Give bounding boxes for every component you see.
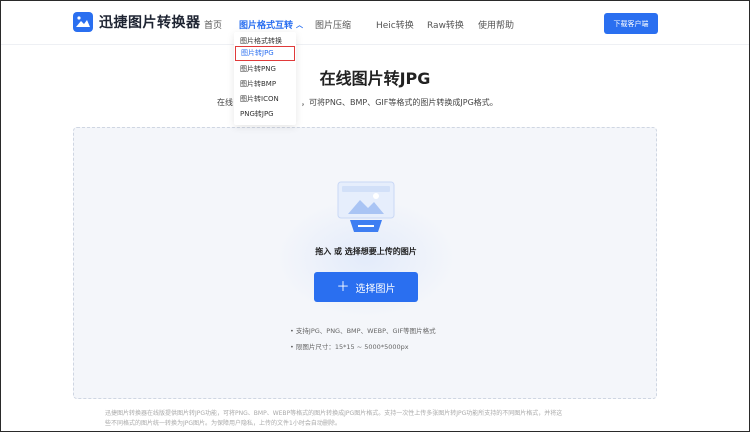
image-upload-icon: [336, 180, 396, 244]
nav-home[interactable]: 首页: [204, 18, 222, 31]
logo-image-icon: [73, 12, 93, 32]
nav-help[interactable]: 使用帮助: [478, 18, 514, 31]
nav-format-convert-label: 图片格式互转: [239, 21, 294, 31]
upload-hint: 拖入 或 选择想要上传的图片: [315, 247, 417, 256]
download-client-button[interactable]: 下载客户端: [604, 13, 658, 34]
dropdown-item-to-icon[interactable]: 图片转ICON: [234, 92, 296, 107]
format-convert-dropdown: 图片格式转换 图片转JPG 图片转PNG 图片转BMP 图片转ICON PNG转…: [234, 32, 296, 125]
nav-raw[interactable]: Raw转换: [427, 18, 464, 31]
upload-note-size: • 限图片尺寸：15*15 ~ 5000*5000px: [290, 343, 409, 351]
select-image-label: 选择图片: [355, 283, 396, 295]
subtitle-tail: ，可将PNG、BMP、GIF等格式的图片转换成JPG格式。: [301, 98, 498, 107]
nav-compress[interactable]: 图片压缩: [315, 18, 351, 31]
top-header: 迅捷图片转换器 首页 图片格式互转 ︿ 图片压缩 Heic转换 Raw转换 使用帮…: [1, 1, 749, 45]
upload-note-formats: • 支持JPG、PNG、BMP、WEBP、GIF等图片格式: [290, 327, 436, 335]
subtitle-start: 在线: [217, 98, 233, 107]
plus-icon: ＋: [336, 279, 350, 295]
page-subtitle: 在线 ，可将PNG、BMP、GIF等格式的图片转换成JPG格式。: [217, 97, 498, 108]
logo-text: 迅捷图片转换器: [99, 15, 201, 31]
upload-dropzone[interactable]: 拖入 或 选择想要上传的图片 ＋ 选择图片 • 支持JPG、PNG、BMP、WE…: [73, 127, 657, 399]
chevron-up-icon: ︿: [296, 21, 304, 29]
nav-format-convert[interactable]: 图片格式互转 ︿: [239, 18, 303, 31]
app-window: 迅捷图片转换器 首页 图片格式互转 ︿ 图片压缩 Heic转换 Raw转换 使用帮…: [0, 0, 750, 432]
select-image-button[interactable]: ＋ 选择图片: [314, 272, 418, 302]
page-title: 在线图片转JPG: [319, 69, 431, 88]
dropdown-item-to-jpg[interactable]: 图片转JPG: [235, 46, 295, 61]
footer-line: 些不同格式的图片统一转换为JPG图片。为保障用户隐私，上传的文件1小时会自动删除…: [105, 420, 341, 427]
footer-line: 迅捷图片转换器在线版提供图片转JPG功能，可将PNG、BMP、WEBP等格式的图…: [105, 410, 563, 417]
dropdown-item-to-bmp[interactable]: 图片转BMP: [234, 77, 296, 92]
nav-heic[interactable]: Heic转换: [376, 18, 414, 31]
dropdown-item-png-to-jpg[interactable]: PNG转JPG: [234, 107, 296, 122]
dropdown-item-to-png[interactable]: 图片转PNG: [234, 62, 296, 77]
footer-description: 迅捷图片转换器在线版提供图片转JPG功能，可将PNG、BMP、WEBP等格式的图…: [105, 409, 635, 429]
logo[interactable]: 迅捷图片转换器: [73, 12, 201, 32]
